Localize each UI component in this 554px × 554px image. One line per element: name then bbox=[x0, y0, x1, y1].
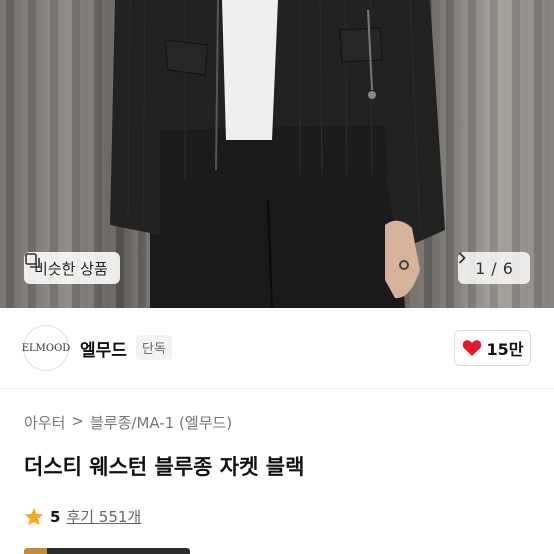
copy-icon bbox=[25, 253, 40, 268]
breadcrumb-subcategory[interactable]: 블루종/MA-1 (엘무드) bbox=[90, 412, 232, 433]
like-count: 15만 bbox=[486, 340, 524, 359]
breadcrumb: 아우터 > 블루종/MA-1 (엘무드) bbox=[24, 412, 232, 433]
review-thumbnail-strip[interactable] bbox=[24, 548, 190, 554]
similar-products-button[interactable]: 비슷한 상품 bbox=[24, 252, 120, 284]
chevron-right-icon bbox=[458, 252, 466, 264]
breadcrumb-category[interactable]: 아우터 bbox=[24, 412, 65, 433]
rating-score: 5 bbox=[50, 507, 61, 526]
rating-row: 5 후기 551개 bbox=[24, 506, 141, 527]
like-button[interactable]: 15만 bbox=[454, 330, 531, 366]
image-counter[interactable]: 1 / 6 bbox=[458, 252, 530, 284]
exclusive-badge: 단독 bbox=[136, 335, 172, 360]
reviews-link[interactable]: 후기 551개 bbox=[66, 506, 141, 527]
breadcrumb-separator: > bbox=[71, 412, 84, 430]
product-image[interactable]: 비슷한 상품 1 / 6 bbox=[0, 0, 554, 308]
counter-current: 1 bbox=[475, 258, 486, 278]
counter-separator: / bbox=[491, 258, 497, 278]
product-title: 더스티 웨스턴 블루종 자켓 블랙 bbox=[24, 455, 305, 479]
similar-products-label: 비슷한 상품 bbox=[34, 259, 108, 278]
shop-name[interactable]: 엘무드 bbox=[80, 336, 127, 361]
shop-logo-text: ELMOOD bbox=[21, 342, 71, 354]
heart-icon bbox=[462, 340, 481, 356]
shop-logo[interactable]: ELMOOD bbox=[21, 325, 71, 371]
counter-total: 6 bbox=[502, 258, 513, 278]
star-icon bbox=[24, 507, 44, 526]
